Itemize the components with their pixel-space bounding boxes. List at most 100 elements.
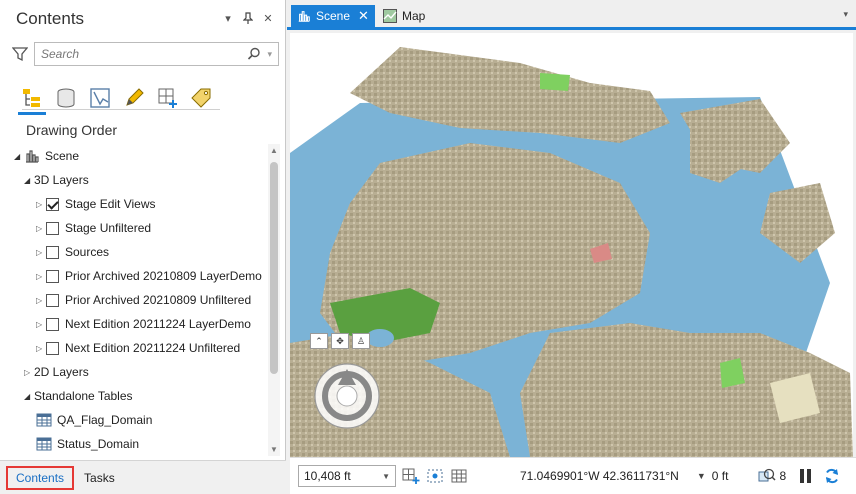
tree-item-layer[interactable]: ▷ Stage Unfiltered (36, 216, 151, 240)
expand-arrow-icon[interactable]: ▷ (24, 368, 34, 377)
tree-item-label: QA_Flag_Domain (57, 413, 153, 427)
scene-icon (26, 150, 39, 163)
tree-item-label: 3D Layers (34, 173, 89, 187)
walk-icon: ♙ (356, 335, 366, 346)
pane-bottom-tabs: Contents Tasks (0, 460, 286, 494)
scene-viewport[interactable]: ⌃ ✥ ♙ (290, 33, 853, 457)
elevation-readout[interactable]: ▼ 0 ft (697, 469, 729, 483)
visibility-checkbox[interactable] (46, 317, 59, 331)
search-input[interactable] (41, 47, 248, 61)
first-person-button[interactable]: ♙ (352, 333, 370, 349)
visibility-checkbox[interactable] (46, 221, 59, 235)
pane-title: Contents (16, 9, 85, 28)
tree-item-label: 2D Layers (34, 365, 89, 379)
pin-icon[interactable] (241, 12, 255, 26)
list-by-selection-button[interactable] (88, 84, 112, 112)
scroll-thumb[interactable] (270, 162, 278, 374)
tree-item-label: Stage Edit Views (65, 197, 156, 211)
tree-item-label: Prior Archived 20210809 Unfiltered (65, 293, 252, 307)
expand-arrow-icon[interactable]: ▷ (36, 200, 46, 209)
tree-item-label: Next Edition 20211224 Unfiltered (65, 341, 241, 355)
search-icon[interactable] (247, 47, 261, 61)
refresh-icon[interactable] (824, 468, 840, 484)
scale-value: 10,408 ft (304, 469, 351, 483)
expand-arrow-icon[interactable]: ▷ (36, 272, 46, 281)
list-by-editing-button[interactable] (122, 84, 146, 112)
section-title: Drawing Order (26, 122, 118, 138)
tree-item-table[interactable]: Status_Domain (36, 432, 139, 456)
search-options-caret-icon[interactable]: ▾ (267, 49, 272, 60)
toolbar-divider (22, 109, 220, 110)
tree-item-table[interactable]: QA_Flag_Domain (36, 408, 152, 432)
tree-item-label: Standalone Tables (34, 389, 133, 403)
grid-snap-icon[interactable] (426, 468, 444, 484)
collapse-navigator-button[interactable]: ⌃ (310, 333, 328, 349)
grid-icon[interactable] (450, 468, 468, 484)
tab-map[interactable]: Map (377, 5, 431, 27)
search-box[interactable]: ▾ (34, 42, 279, 66)
tab-tasks[interactable]: Tasks (76, 468, 123, 488)
tree-item-scene[interactable]: ◢ Scene (14, 144, 79, 168)
selection-icon (758, 468, 776, 482)
collapse-arrow-icon[interactable]: ◢ (14, 152, 24, 161)
expand-arrow-icon[interactable]: ▷ (36, 248, 46, 257)
list-by-data-source-button[interactable] (54, 84, 78, 112)
scroll-down-arrow-icon[interactable]: ▼ (270, 445, 278, 454)
visibility-checkbox[interactable] (46, 341, 59, 355)
tree-item-layer[interactable]: ▷ Next Edition 20211224 LayerDemo (36, 312, 251, 336)
expand-arrow-icon[interactable]: ▷ (36, 296, 46, 305)
tree-item-layer[interactable]: ▷ Next Edition 20211224 Unfiltered (36, 336, 240, 360)
filter-icon[interactable] (12, 46, 28, 62)
collapse-arrow-icon[interactable]: ◢ (24, 176, 34, 185)
tree-item-2d-layers[interactable]: ▷ 2D Layers (24, 360, 89, 384)
tab-contents[interactable]: Contents (6, 465, 75, 490)
tree-item-layer[interactable]: ▷ Stage Edit Views (36, 192, 156, 216)
visibility-checkbox[interactable] (46, 197, 59, 211)
scene-icon (298, 11, 310, 22)
visibility-checkbox[interactable] (46, 293, 59, 307)
tree-item-standalone-tables[interactable]: ◢ Standalone Tables (24, 384, 133, 408)
full-extent-button[interactable]: ✥ (331, 333, 349, 349)
close-icon[interactable]: ✕ (358, 8, 369, 24)
pause-icon-bar (807, 469, 812, 483)
tree-scrollbar[interactable]: ▲ ▼ (268, 144, 280, 456)
map-icon (383, 9, 397, 23)
arcgis-pro-window: Contents ▾ ✕ ▾ (0, 0, 856, 494)
scroll-up-arrow-icon[interactable]: ▲ (270, 146, 278, 155)
tab-scene[interactable]: Scene ✕ (291, 5, 375, 27)
expand-arrow-icon[interactable]: ▷ (36, 344, 46, 353)
close-icon[interactable]: ✕ (261, 12, 275, 26)
navigation-controls: ⌃ ✥ ♙ (310, 333, 370, 349)
list-by-labeling-icon (191, 88, 211, 108)
selected-features-count[interactable]: 8 (758, 468, 786, 484)
tree-item-layer[interactable]: ▷ Prior Archived 20210809 LayerDemo (36, 264, 262, 288)
tabs-overflow-caret-icon[interactable]: ▾ (843, 9, 848, 20)
tree-item-label: Sources (65, 245, 110, 259)
tree-item-label: Status_Domain (57, 437, 140, 451)
chevron-up-icon: ⌃ (315, 335, 323, 346)
list-by-snapping-button[interactable] (156, 84, 180, 112)
view-statusbar: 10,408 ft ▼ 71.0469901°W 42.3611731°N ▼ … (290, 457, 856, 494)
expand-arrow-icon[interactable]: ▷ (36, 320, 46, 329)
expand-arrow-icon[interactable]: ▷ (36, 224, 46, 233)
visibility-checkbox[interactable] (46, 245, 59, 259)
chevron-down-icon: ▼ (382, 471, 390, 481)
list-by-labeling-button[interactable] (190, 84, 214, 112)
snapping-icon[interactable] (402, 468, 420, 484)
tree-item-3d-layers[interactable]: ◢ 3D Layers (24, 168, 89, 192)
list-by-drawing-order-button[interactable] (18, 84, 46, 115)
selected-count-value: 8 (779, 469, 787, 483)
visibility-checkbox[interactable] (46, 269, 59, 283)
list-by-selection-icon (90, 88, 110, 108)
pane-menu-caret-icon[interactable]: ▾ (221, 12, 235, 26)
tree-item-label: Stage Unfiltered (65, 221, 152, 235)
coordinate-readout: 71.0469901°W 42.3611731°N (520, 469, 679, 483)
pause-icon (800, 469, 805, 483)
compass-navigator-icon[interactable] (312, 361, 382, 431)
tree-item-layer[interactable]: ▷ Prior Archived 20210809 Unfiltered (36, 288, 251, 312)
tree-item-layer[interactable]: ▷ Sources (36, 240, 109, 264)
scale-dropdown[interactable]: 10,408 ft ▼ (298, 465, 396, 487)
pause-drawing-button[interactable] (800, 469, 814, 483)
collapse-arrow-icon[interactable]: ◢ (24, 392, 34, 401)
contents-pane-header: Contents ▾ ✕ (0, 0, 285, 38)
